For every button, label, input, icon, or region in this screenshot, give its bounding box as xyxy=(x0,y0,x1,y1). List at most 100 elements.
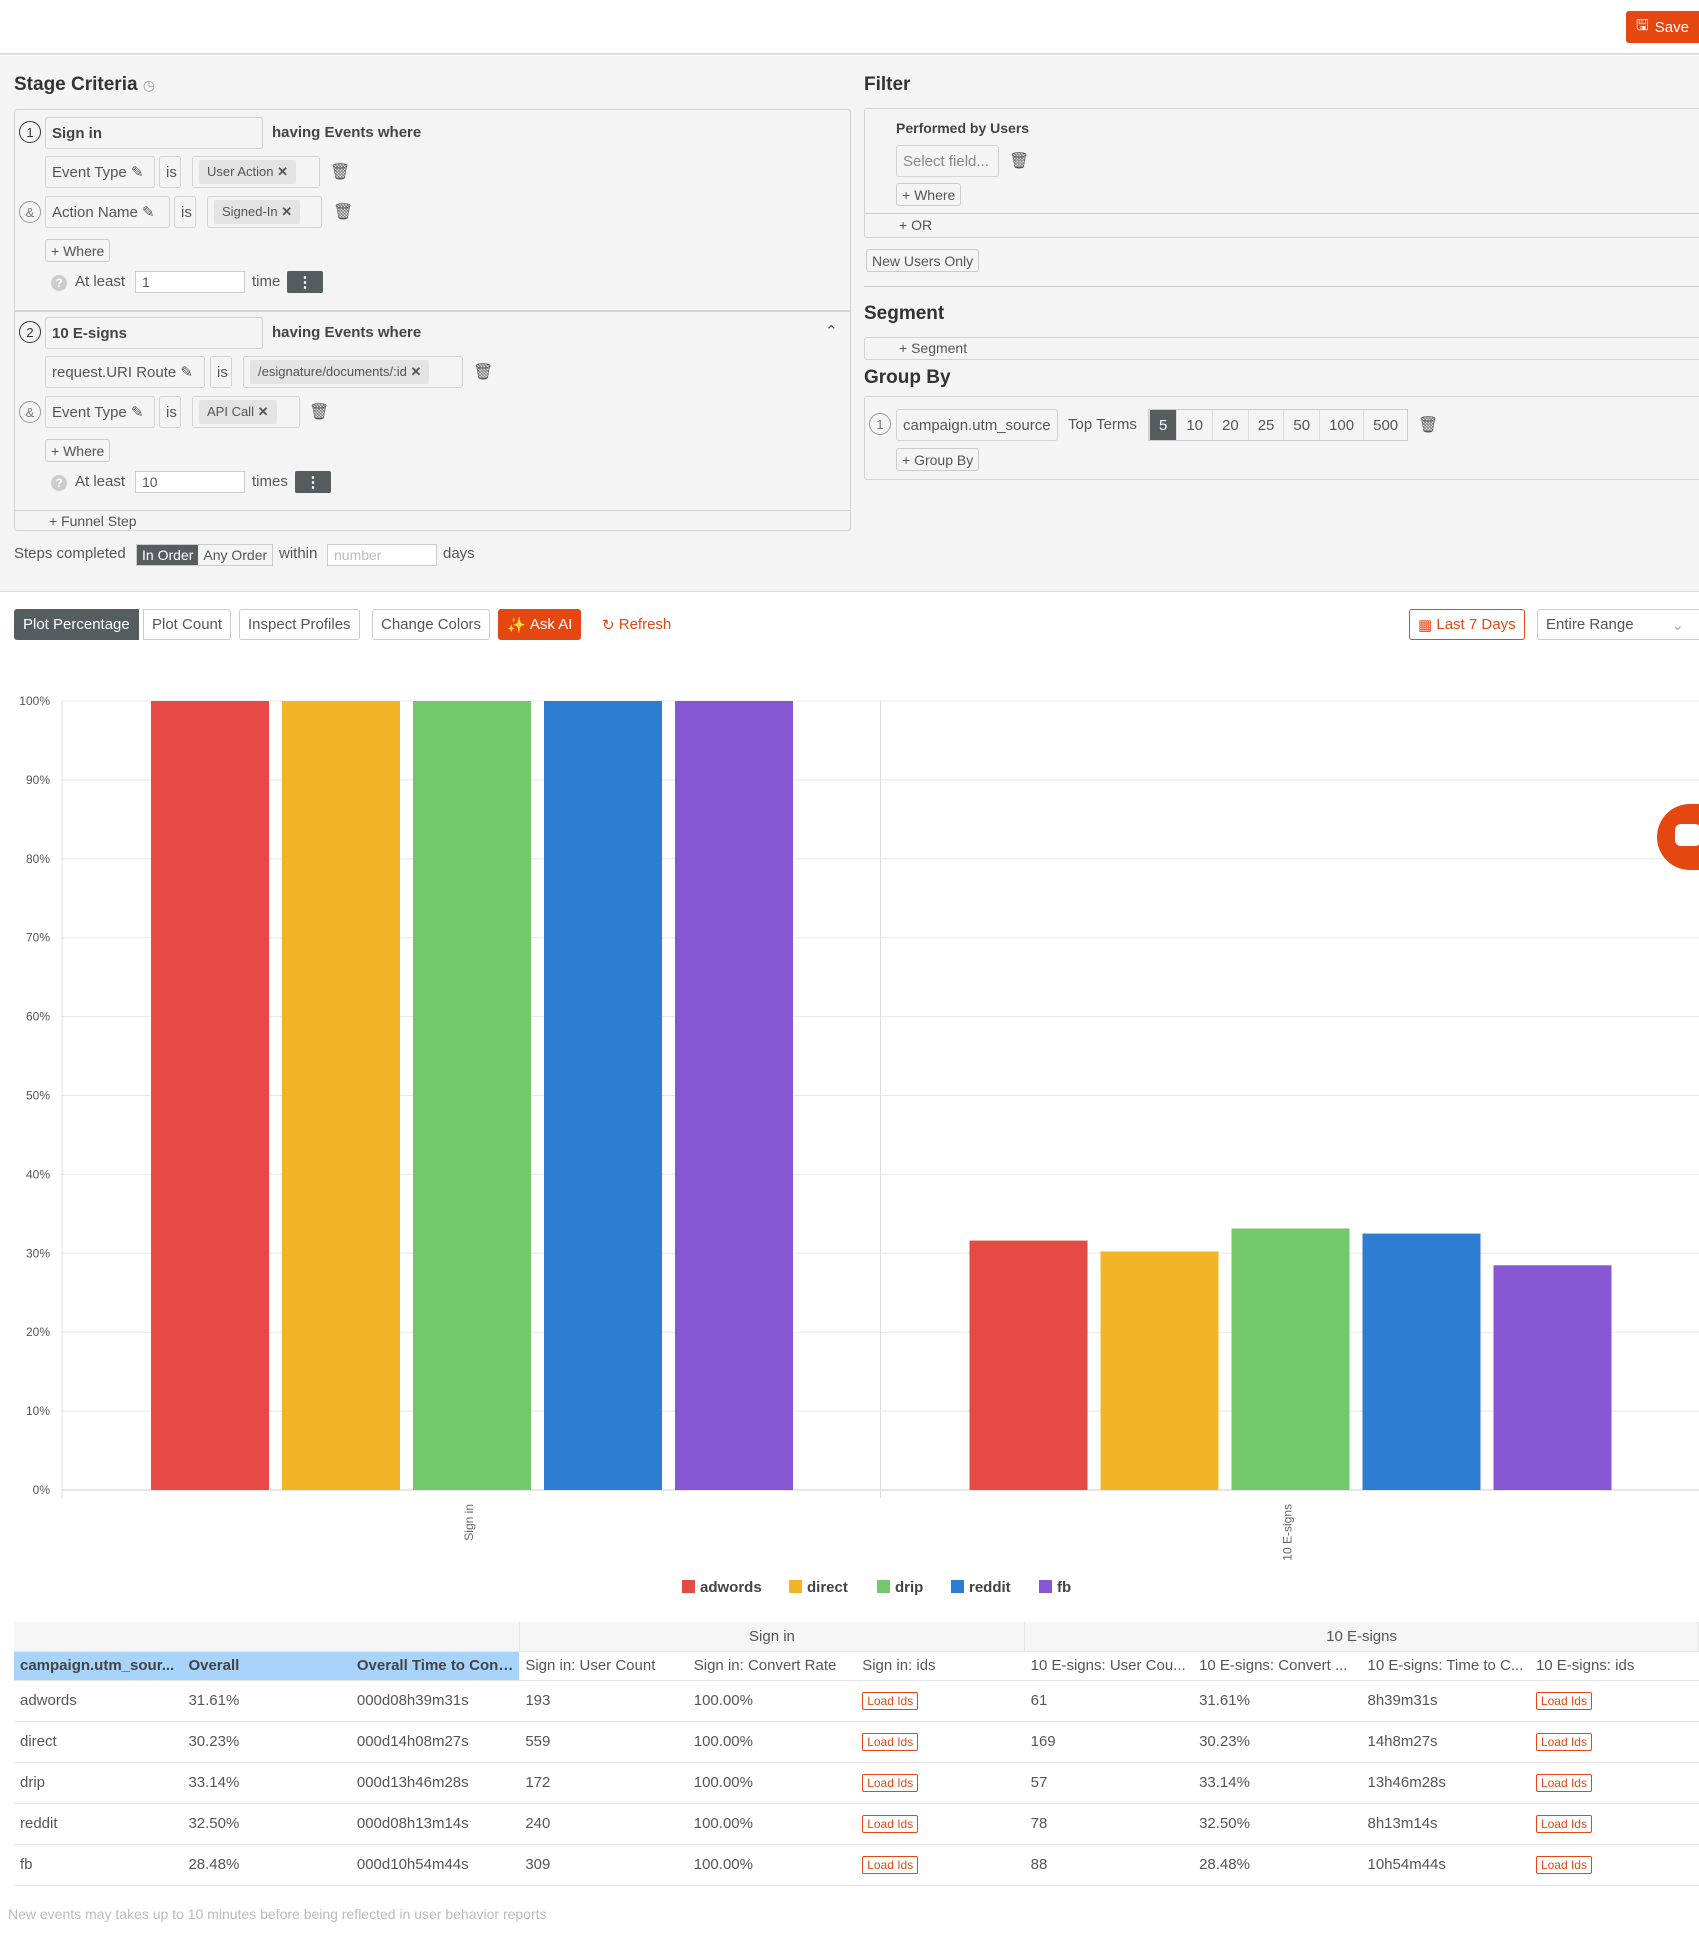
condition-op[interactable]: is xyxy=(174,196,196,228)
legend-label[interactable]: reddit xyxy=(969,1579,1011,1596)
bar-reddit-1[interactable] xyxy=(1363,1234,1481,1490)
bar-direct-0[interactable] xyxy=(282,701,400,1490)
column-header[interactable]: Sign in: User Count xyxy=(519,1651,687,1680)
table-cell: 000d08h13m14s xyxy=(351,1803,519,1844)
column-header[interactable]: Sign in: Convert Rate xyxy=(688,1651,856,1680)
at-least-input[interactable]: 10 xyxy=(135,471,245,493)
at-least-input[interactable]: 1 xyxy=(135,271,245,293)
group-field[interactable]: campaign.utm_source xyxy=(896,409,1058,441)
top-term-option[interactable]: 100 xyxy=(1319,410,1363,440)
inspect-profiles-button[interactable]: Inspect Profiles xyxy=(239,609,360,640)
table-cell: 31.61% xyxy=(182,1680,350,1721)
load-ids-button[interactable]: Load Ids xyxy=(1536,1815,1592,1833)
column-header[interactable]: campaign.utm_sour... xyxy=(14,1651,182,1680)
step-name-input[interactable]: 10 E-signs xyxy=(45,317,263,349)
condition-op[interactable]: is xyxy=(210,356,232,388)
column-header[interactable]: 10 E-signs: Convert ... xyxy=(1193,1651,1361,1680)
bar-drip-1[interactable] xyxy=(1232,1229,1350,1490)
edit-icon: ✎ xyxy=(131,163,144,181)
load-ids-button[interactable]: Load Ids xyxy=(862,1815,918,1833)
remove-icon: ✕ xyxy=(258,404,269,419)
condition-field[interactable]: Action Name ✎ xyxy=(45,196,170,228)
load-ids-button[interactable]: Load Ids xyxy=(1536,1856,1592,1874)
column-header[interactable]: 10 E-signs: User Cou... xyxy=(1025,1651,1193,1680)
top-term-option[interactable]: 50 xyxy=(1283,410,1319,440)
table-cell: 33.14% xyxy=(1193,1762,1361,1803)
bar-fb-0[interactable] xyxy=(675,701,793,1490)
legend-label[interactable]: adwords xyxy=(700,1579,762,1596)
plot-count-button[interactable]: Plot Count xyxy=(143,609,231,640)
add-segment-button[interactable]: + Segment xyxy=(899,340,967,356)
collapse-icon[interactable]: ⌃ xyxy=(825,322,838,340)
column-header[interactable]: Overall Time to Conv... xyxy=(351,1651,519,1680)
y-tick-label: 100% xyxy=(19,694,50,708)
top-term-option[interactable]: 10 xyxy=(1176,410,1212,440)
plot-percentage-button[interactable]: Plot Percentage xyxy=(14,609,139,640)
load-ids-button[interactable]: Load Ids xyxy=(862,1774,918,1792)
bar-direct-1[interactable] xyxy=(1101,1251,1219,1490)
ask-ai-button[interactable]: ✨ Ask AI xyxy=(498,609,581,640)
date-range-button[interactable]: ▦ Last 7 Days xyxy=(1409,609,1525,640)
load-ids-button[interactable]: Load Ids xyxy=(1536,1733,1592,1751)
top-term-option[interactable]: 500 xyxy=(1363,410,1407,440)
save-button[interactable]: 🖫Save xyxy=(1626,11,1699,43)
range-select[interactable]: Entire Range⌄ xyxy=(1537,609,1699,640)
more-options-icon[interactable]: ⋮ xyxy=(295,471,331,493)
bar-drip-0[interactable] xyxy=(413,701,531,1490)
condition-value[interactable]: API Call ✕ xyxy=(192,396,300,428)
filter-title: Filter xyxy=(864,74,910,96)
legend-label[interactable]: fb xyxy=(1057,1579,1071,1596)
column-header[interactable]: Sign in: ids xyxy=(856,1651,1024,1680)
add-funnel-step-button[interactable]: + Funnel Step xyxy=(49,513,137,529)
column-header[interactable]: 10 E-signs: Time to C... xyxy=(1362,1651,1530,1680)
condition-field[interactable]: request.URI Route ✎ xyxy=(45,356,205,388)
bar-adwords-1[interactable] xyxy=(970,1241,1088,1490)
load-ids-button[interactable]: Load Ids xyxy=(862,1733,918,1751)
trash-icon[interactable]: 🗑 xyxy=(1418,415,1438,435)
select-field-input[interactable]: Select field... xyxy=(896,145,999,177)
condition-value[interactable]: Signed-In ✕ xyxy=(207,196,322,228)
trash-icon[interactable]: 🗑 xyxy=(1009,151,1029,171)
add-or-button[interactable]: + OR xyxy=(899,217,932,233)
bar-fb-1[interactable] xyxy=(1494,1265,1612,1490)
load-ids-button[interactable]: Load Ids xyxy=(862,1692,918,1710)
legend-label[interactable]: drip xyxy=(895,1579,923,1596)
table-cell: 100.00% xyxy=(688,1762,856,1803)
load-ids-button[interactable]: Load Ids xyxy=(1536,1692,1592,1710)
trash-icon[interactable]: 🗑 xyxy=(330,162,350,182)
bar-adwords-0[interactable] xyxy=(151,701,269,1490)
top-term-option[interactable]: 25 xyxy=(1248,410,1284,440)
more-options-icon[interactable]: ⋮ xyxy=(287,271,323,293)
column-header[interactable]: Overall xyxy=(182,1651,350,1680)
trash-icon[interactable]: 🗑 xyxy=(333,202,353,222)
condition-field[interactable]: Event Type ✎ xyxy=(45,156,155,188)
refresh-button[interactable]: ↻ Refresh xyxy=(594,609,679,640)
add-group-by-button[interactable]: + Group By xyxy=(896,448,979,471)
condition-op[interactable]: is xyxy=(159,396,181,428)
days-input[interactable]: number xyxy=(327,544,437,566)
load-ids-cell: Load Ids xyxy=(856,1803,1024,1844)
condition-value[interactable]: /esignature/documents/:id ✕ xyxy=(243,356,463,388)
legend-label[interactable]: direct xyxy=(807,1579,848,1596)
table-cell: 8h13m14s xyxy=(1362,1803,1530,1844)
load-ids-button[interactable]: Load Ids xyxy=(862,1856,918,1874)
condition-op[interactable]: is xyxy=(159,156,181,188)
segment-box: + Segment xyxy=(864,337,1699,360)
top-term-option[interactable]: 20 xyxy=(1212,410,1248,440)
trash-icon[interactable]: 🗑 xyxy=(309,402,329,422)
in-order-option[interactable]: In Order xyxy=(137,545,198,565)
bar-reddit-0[interactable] xyxy=(544,701,662,1490)
column-header[interactable]: 10 E-signs: ids xyxy=(1530,1651,1699,1680)
change-colors-button[interactable]: Change Colors xyxy=(372,609,490,640)
condition-field[interactable]: Event Type ✎ xyxy=(45,396,155,428)
trash-icon[interactable]: 🗑 xyxy=(473,362,493,382)
add-where-button[interactable]: + Where xyxy=(45,239,110,262)
any-order-option[interactable]: Any Order xyxy=(198,545,272,565)
load-ids-button[interactable]: Load Ids xyxy=(1536,1774,1592,1792)
step-name-input[interactable]: Sign in xyxy=(45,117,263,149)
add-where-button[interactable]: + Where xyxy=(45,439,110,462)
top-term-option[interactable]: 5 xyxy=(1149,410,1176,440)
condition-value[interactable]: User Action ✕ xyxy=(192,156,320,188)
new-users-only-button[interactable]: New Users Only xyxy=(866,249,979,272)
add-where-button[interactable]: + Where xyxy=(896,183,961,206)
